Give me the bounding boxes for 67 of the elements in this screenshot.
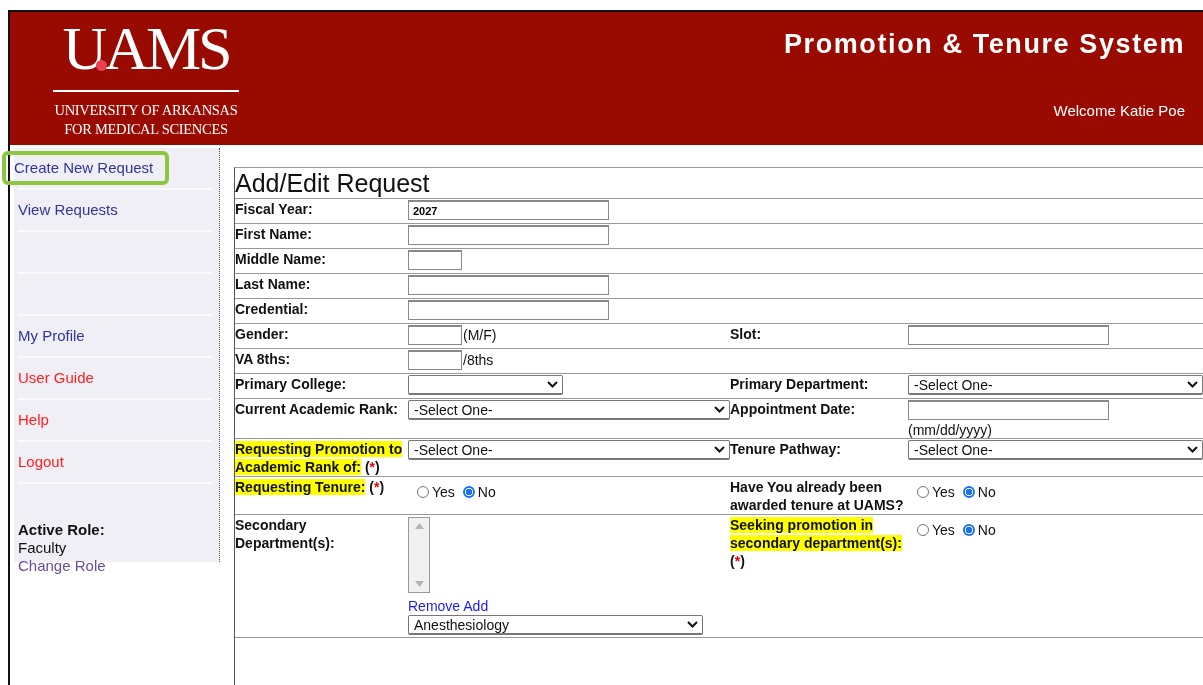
- action-link[interactable]: Remove: [408, 598, 461, 614]
- field-hint: (mm/dd/yyyy): [908, 422, 993, 438]
- text-field[interactable]: [408, 300, 609, 320]
- field-suffix: /8ths: [463, 352, 494, 368]
- radio-label: Yes: [932, 484, 955, 500]
- chevron-down-icon: [687, 621, 698, 628]
- radio-label: No: [977, 522, 996, 538]
- field-label: First Name:: [235, 225, 314, 243]
- field-label: Primary College:: [235, 375, 348, 393]
- radio-button[interactable]: [962, 524, 975, 536]
- text-field[interactable]: [408, 275, 609, 295]
- role-value: Faculty: [18, 539, 68, 557]
- field-label: Have You already been awarded tenure at UAMS?: [730, 478, 905, 514]
- logo-wordmark: UAMS: [62, 18, 230, 78]
- field-label: Gender:: [235, 325, 290, 343]
- radio-label: No: [977, 484, 996, 500]
- welcome-text: Welcome Katie Poe: [1053, 102, 1185, 119]
- nav-link[interactable]: My Profile: [14, 323, 93, 349]
- radio-label: Yes: [932, 522, 955, 538]
- field-label: Last Name:: [235, 275, 312, 293]
- list-box[interactable]: [408, 517, 430, 593]
- logo-subtitle: FOR MEDICAL SCIENCES: [64, 120, 228, 139]
- field-label: VA 8ths:: [235, 350, 292, 368]
- app-title: Promotion & Tenure System: [783, 29, 1185, 60]
- nav-link[interactable]: View Requests: [14, 197, 126, 223]
- text-field[interactable]: 2027: [408, 200, 609, 220]
- scroll-down-icon[interactable]: [414, 581, 424, 587]
- field-label: Credential:: [235, 300, 310, 318]
- field-label: Secondary Department(s):: [235, 516, 336, 552]
- field-label: Requesting Promotion to Academic Rank of: (*): [235, 440, 404, 476]
- logo-subtitle: UNIVERSITY OF ARKANSAS: [54, 101, 238, 120]
- text-field[interactable]: [408, 350, 462, 370]
- chevron-down-icon: [714, 406, 725, 413]
- chevron-down-icon: [547, 381, 558, 388]
- radio-label: Yes: [432, 484, 455, 500]
- text-field[interactable]: [908, 325, 1109, 345]
- select-dropdown[interactable]: [408, 375, 563, 395]
- chevron-down-icon: [714, 446, 725, 453]
- text-field[interactable]: [408, 225, 609, 245]
- radio-button[interactable]: [962, 486, 975, 498]
- field-label: Primary Department:: [730, 375, 870, 393]
- field-label: Fiscal Year:: [235, 200, 314, 218]
- select-dropdown[interactable]: -Select One-: [908, 375, 1203, 395]
- field-label: Appointment Date:: [730, 400, 857, 418]
- field-label: Tenure Pathway:: [730, 440, 842, 458]
- text-field[interactable]: [408, 250, 462, 270]
- field-label: Middle Name:: [235, 250, 327, 268]
- radio-button[interactable]: [462, 486, 475, 498]
- chevron-down-icon: [1187, 446, 1198, 453]
- text-field[interactable]: [908, 400, 1109, 420]
- field-label: Seeking promotion in secondary department(s): (*): [730, 516, 903, 570]
- chevron-down-icon: [1187, 381, 1198, 388]
- text-field[interactable]: [408, 325, 462, 345]
- field-label: Slot:: [730, 325, 763, 343]
- select-dropdown[interactable]: Anesthesiology: [408, 615, 703, 635]
- scroll-up-icon[interactable]: [414, 523, 424, 529]
- field-label: Current Academic Rank:: [235, 400, 399, 418]
- field-label: Requesting Tenure: (*): [235, 478, 386, 496]
- radio-label: No: [477, 484, 496, 500]
- role-label: Active Role:: [18, 521, 106, 539]
- change-role-link[interactable]: Change Role: [18, 557, 106, 575]
- select-dropdown[interactable]: -Select One-: [908, 440, 1203, 460]
- action-link[interactable]: Add: [463, 598, 489, 614]
- select-dropdown[interactable]: -Select One-: [408, 440, 730, 460]
- select-dropdown[interactable]: -Select One-: [408, 400, 730, 420]
- field-suffix: (M/F): [463, 327, 497, 343]
- form-title: Add/Edit Request: [235, 168, 430, 199]
